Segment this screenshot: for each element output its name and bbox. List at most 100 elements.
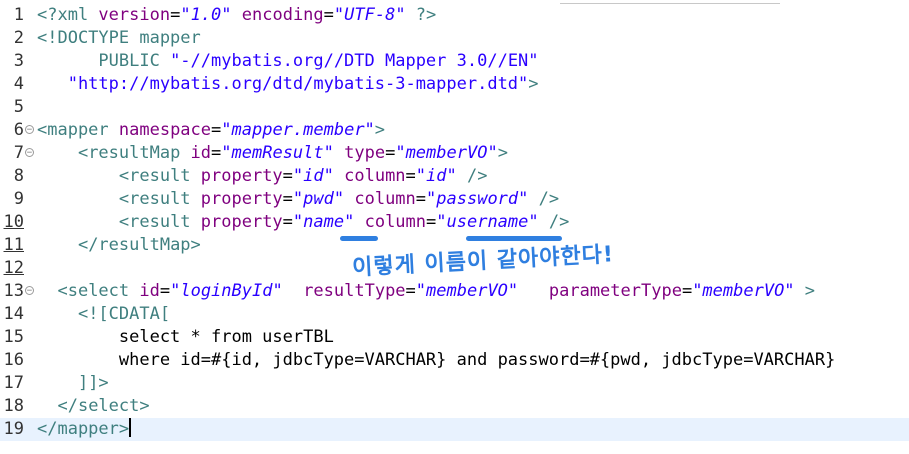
code-token: = [426, 212, 437, 232]
code-token: = [681, 281, 693, 301]
line-number: 5 [13, 97, 24, 117]
code-token: = [405, 281, 416, 301]
code-token: /> [538, 189, 560, 209]
code-text: <result property="id" column="id" /> [37, 165, 488, 188]
code-token: "http://mybatis.org/dtd/mybatis-3-mapper… [37, 74, 529, 94]
code-line[interactable]: 1 <?xml version="1.0" encoding="UTF-8" ?> [0, 4, 909, 27]
code-text: select * from userTBL [37, 326, 334, 349]
line-number: 19 [3, 419, 24, 439]
line-number: 3 [13, 51, 24, 71]
code-line[interactable]: 3 PUBLIC "-//mybatis.org//DTD Mapper 3.0… [0, 50, 909, 73]
line-number: 15 [3, 327, 24, 347]
code-token: = [282, 212, 293, 232]
code-line[interactable]: 6− <mapper namespace="mapper.member"> [0, 119, 909, 142]
code-token: </select> [57, 396, 150, 416]
code-token: parameterType [548, 281, 682, 301]
code-text: "http://mybatis.org/dtd/mybatis-3-mapper… [37, 73, 539, 96]
code-token: column [364, 212, 427, 232]
annotation-underline-name [340, 236, 378, 241]
code-token: column [354, 189, 416, 209]
code-line[interactable]: 10 <result property="name" column="usern… [0, 211, 909, 234]
code-token: select * from userTBL [37, 327, 334, 347]
fold-toggle-icon[interactable]: − [25, 125, 34, 135]
code-token: namespace [118, 120, 212, 140]
code-token: "id" [415, 166, 457, 186]
code-line[interactable]: 14 <![CDATA[ [0, 303, 909, 326]
code-token: /> [467, 166, 488, 186]
code-token: </mapper> [37, 419, 130, 439]
code-token: "UTF-8" [333, 5, 406, 25]
code-token: = [282, 166, 293, 186]
fold-toggle-icon[interactable]: − [25, 148, 34, 158]
code-line[interactable]: 13− <select id="loginById" resultType="m… [0, 280, 909, 303]
code-line[interactable]: 2 <!DOCTYPE mapper [0, 27, 909, 50]
line-number: 16 [3, 350, 24, 370]
code-line[interactable]: 19 </mapper> [0, 418, 909, 441]
code-line[interactable]: 5 [0, 96, 909, 119]
code-text: <?xml version="1.0" encoding="UTF-8" ?> [37, 4, 436, 27]
code-token: "1.0" [180, 5, 232, 25]
code-token: = [282, 189, 293, 209]
code-token: /> [548, 212, 570, 232]
code-token: <mapper [37, 120, 119, 140]
line-number: 4 [13, 74, 24, 94]
code-token: id [139, 281, 160, 301]
code-text: <mapper namespace="mapper.member"> [37, 119, 385, 142]
code-token: "mapper.member" [221, 120, 375, 140]
line-number: 7 [13, 143, 24, 163]
code-token: <!DOCTYPE mapper [37, 28, 201, 48]
code-line[interactable]: 15 select * from userTBL [0, 326, 909, 349]
line-number: 9 [13, 189, 24, 209]
line-number: 2 [13, 28, 24, 48]
code-line[interactable]: 17 ]]> [0, 372, 909, 395]
code-token: version [98, 5, 171, 25]
line-number: 18 [3, 396, 24, 416]
line-number: 17 [3, 373, 24, 393]
code-token: > [497, 143, 508, 163]
code-token: ?> [405, 5, 437, 25]
code-token: "memberVO" [415, 281, 519, 301]
code-token: "name" [292, 212, 355, 232]
code-line[interactable]: 8 <result property="id" column="id" /> [0, 165, 909, 188]
code-token: "loginById" [170, 281, 283, 301]
code-token: "id" [292, 166, 334, 186]
code-token: = [405, 166, 416, 186]
code-token: > [804, 281, 816, 301]
code-text: <![CDATA[ [37, 303, 170, 326]
code-token: <![CDATA[ [77, 304, 171, 324]
line-number: 6 [13, 120, 24, 140]
code-line[interactable]: 7− <resultMap id="memResult" type="membe… [0, 142, 909, 165]
code-token: type [344, 143, 386, 163]
code-token: PUBLIC [37, 51, 171, 71]
line-number: 8 [13, 166, 24, 186]
code-token: column [344, 166, 406, 186]
code-text: </select> [37, 395, 150, 418]
fold-toggle-icon[interactable]: − [25, 286, 34, 296]
code-token: <result [118, 189, 201, 209]
code-line[interactable]: 9 <result property="pwd" column="passwor… [0, 188, 909, 211]
code-token: = [323, 5, 334, 25]
code-text: <!DOCTYPE mapper [37, 27, 201, 50]
code-token: = [385, 143, 396, 163]
code-token: "memberVO" [395, 143, 498, 163]
code-line[interactable]: 18 </select> [0, 395, 909, 418]
code-editor[interactable]: 1 <?xml version="1.0" encoding="UTF-8" ?>… [0, 4, 909, 441]
code-line[interactable]: 16 where id=#{id, jdbcType=VARCHAR} and … [0, 349, 909, 372]
line-number: 10 [3, 212, 24, 232]
code-text: <result property="pwd" column="password"… [37, 188, 559, 211]
code-token: </resultMap> [77, 235, 201, 255]
code-line[interactable]: 4 "http://mybatis.org/dtd/mybatis-3-mapp… [0, 73, 909, 96]
code-token: ]]> [77, 373, 109, 393]
